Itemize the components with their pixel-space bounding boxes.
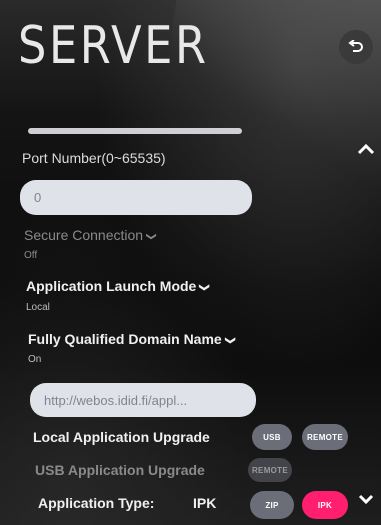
chevron-up-icon[interactable] (357, 143, 375, 155)
caret-down-icon: ❯ (224, 336, 236, 345)
fqdn-value: On (28, 354, 42, 365)
launch-mode-label: Application Launch Mode (26, 278, 197, 294)
app-type-ipk-button[interactable]: IPK (302, 491, 348, 519)
page-title: SERVER (18, 16, 209, 76)
secure-connection-value: Off (24, 250, 38, 261)
tv-settings-screen: SERVER Port Number(0~65535) 0 Secure Con… (0, 0, 381, 525)
secure-connection-label: Secure Connection (24, 227, 144, 243)
fqdn-url-value: http://webos.idid.fi/appl... (44, 392, 188, 408)
usb-upgrade-label: USB Application Upgrade (35, 462, 205, 478)
app-type-zip-button[interactable]: ZIP (250, 491, 294, 519)
fqdn-url-input[interactable]: http://webos.idid.fi/appl... (30, 383, 256, 417)
local-upgrade-label: Local Application Upgrade (33, 429, 210, 445)
port-number-label: Port Number(0~65535) (22, 150, 166, 166)
app-type-value: IPK (193, 495, 217, 511)
fqdn-label: Fully Qualified Domain Name (28, 331, 222, 347)
local-upgrade-usb-button[interactable]: USB (252, 424, 292, 450)
scroll-indicator-bar (28, 128, 242, 134)
chevron-down-icon[interactable] (358, 493, 374, 505)
caret-down-icon: ❯ (199, 283, 211, 292)
back-arrow-icon (348, 40, 363, 52)
usb-upgrade-remote-button[interactable]: REMOTE (248, 458, 292, 482)
port-number-input[interactable]: 0 (20, 180, 252, 215)
secure-connection-dropdown[interactable]: Secure Connection ❯ (24, 227, 157, 243)
caret-down-icon: ❯ (145, 232, 157, 241)
back-button[interactable] (339, 30, 373, 64)
fqdn-dropdown[interactable]: Fully Qualified Domain Name ❯ (28, 331, 236, 347)
port-number-value: 0 (34, 190, 42, 205)
launch-mode-dropdown[interactable]: Application Launch Mode ❯ (26, 278, 211, 294)
launch-mode-value: Local (26, 302, 50, 313)
app-type-label: Application Type: (38, 495, 155, 511)
local-upgrade-remote-button[interactable]: REMOTE (302, 424, 348, 450)
